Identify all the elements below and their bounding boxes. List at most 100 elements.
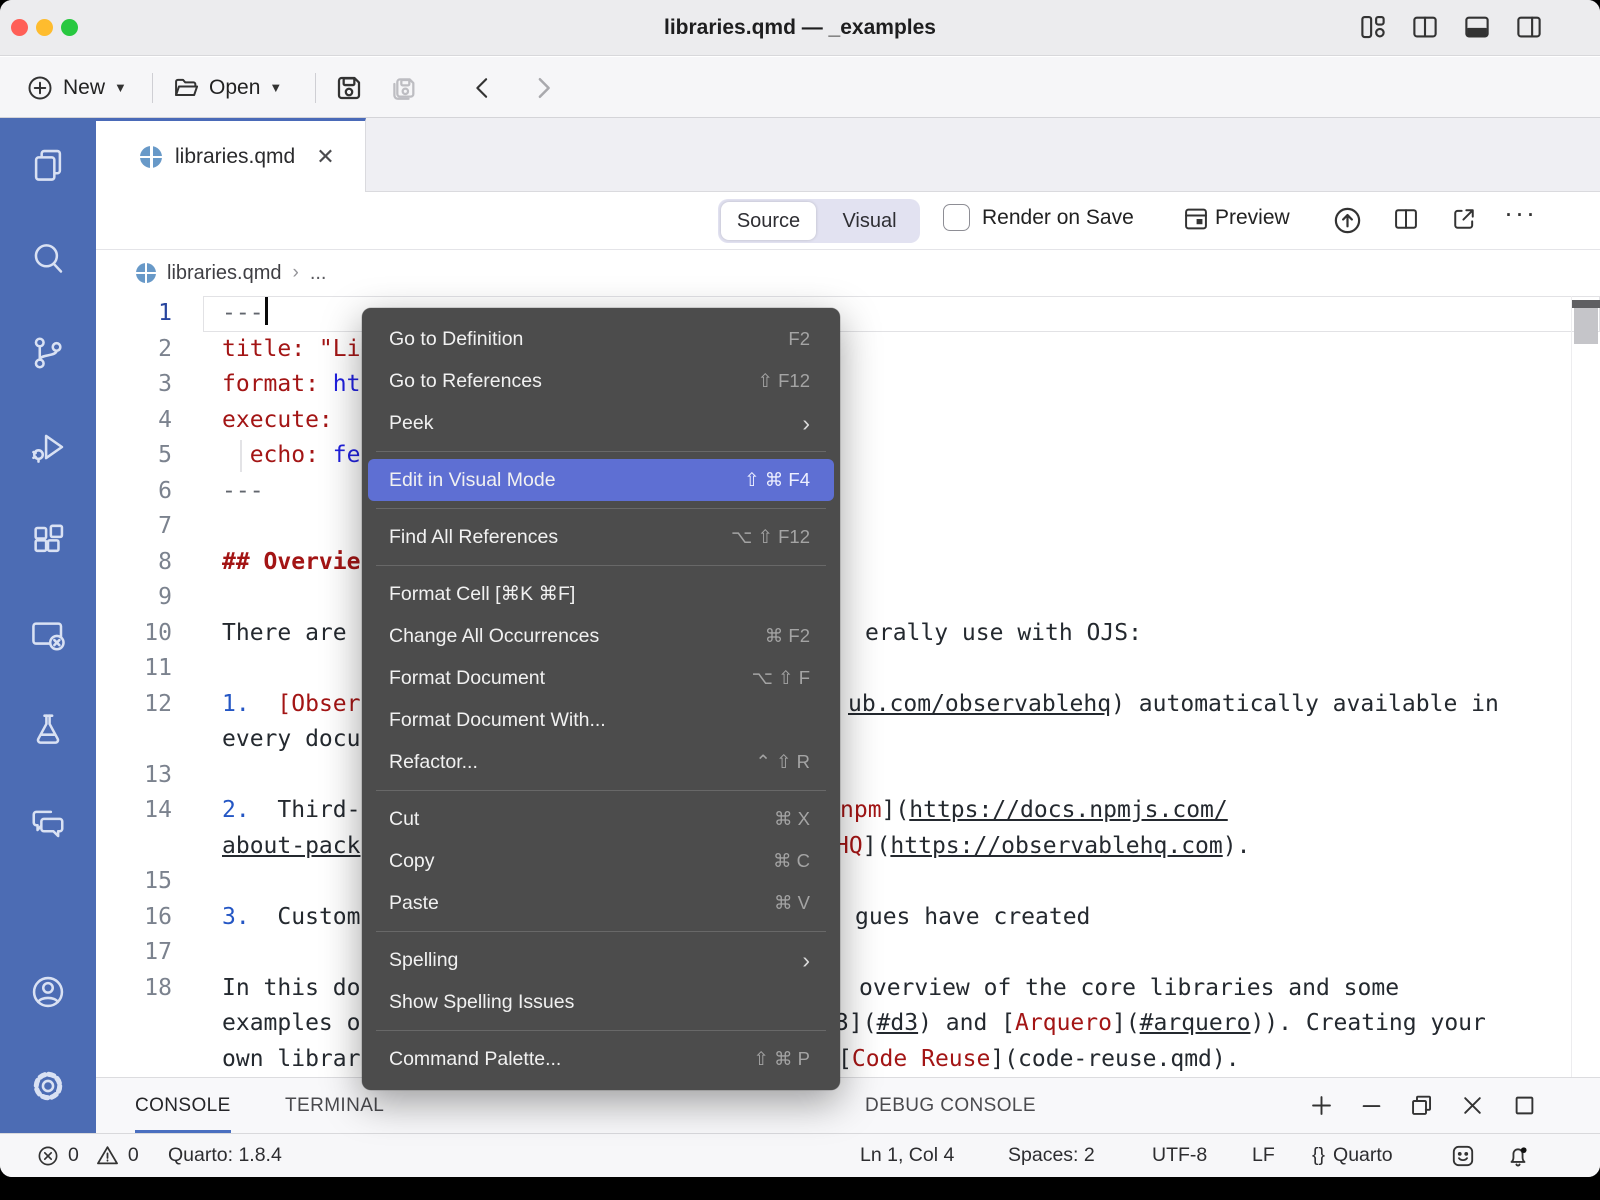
menu-item-format-cell-k-f[interactable]: Format Cell [⌘K ⌘F] bbox=[368, 573, 834, 615]
sidebar-item-search[interactable] bbox=[0, 212, 96, 306]
code-token: In this do bbox=[222, 975, 360, 1001]
preview-label[interactable]: Preview bbox=[1215, 206, 1290, 230]
code-editor[interactable]: 1---2title: "Li3format: ht4execute:5 ech… bbox=[96, 296, 1600, 1077]
menu-item-cut[interactable]: Cut⌘ X bbox=[368, 798, 834, 840]
menu-item-command-palette[interactable]: Command Palette...⇧ ⌘ P bbox=[368, 1038, 834, 1080]
encoding-status[interactable]: UTF-8 bbox=[1152, 1134, 1207, 1177]
feedback-button[interactable] bbox=[1450, 1134, 1476, 1177]
testing-flask-icon bbox=[29, 710, 67, 748]
menu-item-copy[interactable]: Copy⌘ C bbox=[368, 840, 834, 882]
sidebar-item-source-control[interactable] bbox=[0, 306, 96, 400]
code-line: 7 bbox=[96, 509, 1600, 545]
status-bar: 0 0 Quarto: 1.8.4 Ln 1, Col 4 Spaces: 2 … bbox=[0, 1133, 1600, 1177]
render-icon[interactable] bbox=[1332, 205, 1363, 241]
menu-item-spelling[interactable]: Spelling› bbox=[368, 939, 834, 981]
overview-ruler-cursor-marker bbox=[1572, 300, 1600, 308]
menu-item-label: Command Palette... bbox=[389, 1038, 753, 1080]
notifications-button[interactable] bbox=[1505, 1134, 1531, 1177]
new-button[interactable]: New ▼ bbox=[26, 57, 127, 118]
language-mode-status[interactable]: {} Quarto bbox=[1312, 1134, 1393, 1177]
line-number: 16 bbox=[96, 900, 172, 936]
more-actions-button[interactable]: ··· bbox=[1504, 198, 1537, 229]
menu-item-shortcut: ⇧ ⌘ P bbox=[753, 1038, 810, 1080]
indentation-status[interactable]: Spaces: 2 bbox=[1008, 1134, 1095, 1177]
menu-item-label: Copy bbox=[389, 840, 773, 882]
menu-item-label: Edit in Visual Mode bbox=[389, 459, 744, 501]
menu-item-label: Peek bbox=[389, 402, 802, 444]
code-token: title: "Li bbox=[222, 336, 360, 362]
problems-status[interactable]: 0 0 bbox=[36, 1134, 139, 1177]
menu-item-shortcut: ⇧ ⌘ F4 bbox=[744, 459, 810, 501]
menu-item-find-all-references[interactable]: Find All References⌥ ⇧ F12 bbox=[368, 516, 834, 558]
navigate-forward-button[interactable] bbox=[528, 57, 558, 118]
sidebar-item-explorer[interactable] bbox=[0, 118, 96, 212]
menu-item-label: Format Document With... bbox=[389, 699, 810, 741]
code-line: 13 bbox=[96, 758, 1600, 794]
save-all-button[interactable] bbox=[388, 57, 420, 118]
maximize-icon[interactable] bbox=[1511, 1092, 1538, 1124]
sidebar-item-devtools[interactable] bbox=[0, 588, 96, 682]
sidebar-item-run-debug[interactable] bbox=[0, 400, 96, 494]
open-external-icon[interactable] bbox=[1450, 205, 1478, 238]
breadcrumb[interactable]: libraries.qmd › ... bbox=[96, 250, 1600, 296]
save-icon bbox=[333, 72, 365, 104]
sidebar-item-testing[interactable] bbox=[0, 682, 96, 776]
activity-bar bbox=[0, 118, 96, 1133]
submenu-arrow-icon: › bbox=[802, 402, 810, 444]
menu-item-change-all-occurrences[interactable]: Change All Occurrences⌘ F2 bbox=[368, 615, 834, 657]
gear-icon bbox=[29, 1067, 67, 1105]
code-line: 1--- bbox=[96, 296, 1600, 332]
account-icon bbox=[29, 973, 67, 1011]
code-token bbox=[250, 904, 278, 930]
panel-tab-console[interactable]: CONSOLE bbox=[135, 1078, 231, 1133]
menu-item-go-to-references[interactable]: Go to References⇧ F12 bbox=[368, 360, 834, 402]
menu-item-paste[interactable]: Paste⌘ V bbox=[368, 882, 834, 924]
breadcrumb-file[interactable]: libraries.qmd bbox=[167, 262, 281, 285]
close-tab-icon[interactable]: ✕ bbox=[316, 144, 334, 170]
menu-item-peek[interactable]: Peek› bbox=[368, 402, 834, 444]
quarto-file-icon bbox=[140, 146, 162, 168]
eol-status[interactable]: LF bbox=[1252, 1134, 1275, 1177]
save-button[interactable] bbox=[333, 57, 365, 118]
source-mode-button[interactable]: Source bbox=[721, 202, 816, 240]
sidebar-item-extensions[interactable] bbox=[0, 494, 96, 588]
menu-item-go-to-definition[interactable]: Go to DefinitionF2 bbox=[368, 318, 834, 360]
menu-item-refactor[interactable]: Refactor...⌃ ⇧ R bbox=[368, 741, 834, 783]
scrollbar-thumb[interactable] bbox=[1574, 308, 1598, 344]
back-icon bbox=[468, 73, 498, 103]
menu-item-label: Change All Occurrences bbox=[389, 615, 765, 657]
minimize-icon[interactable] bbox=[1358, 1092, 1385, 1124]
customize-layout-icon[interactable] bbox=[1358, 12, 1388, 42]
visual-mode-button[interactable]: Visual bbox=[822, 202, 917, 240]
menu-item-label: Paste bbox=[389, 882, 774, 924]
code-token: ]( bbox=[863, 833, 891, 859]
add-icon[interactable] bbox=[1308, 1092, 1335, 1124]
secondary-sidebar-icon[interactable] bbox=[1514, 12, 1544, 42]
line-number: 13 bbox=[96, 758, 172, 794]
menu-item-show-spelling-issues[interactable]: Show Spelling Issues bbox=[368, 981, 834, 1023]
preview-icon[interactable] bbox=[1182, 205, 1210, 238]
menu-item-format-document[interactable]: Format Document⌥ ⇧ F bbox=[368, 657, 834, 699]
breadcrumb-more[interactable]: ... bbox=[310, 262, 327, 285]
panel-icon[interactable] bbox=[1462, 12, 1492, 42]
split-editor-icon[interactable] bbox=[1392, 205, 1420, 238]
code-token: execute: bbox=[222, 407, 333, 433]
tab-libraries-qmd[interactable]: libraries.qmd ✕ bbox=[96, 118, 366, 192]
quarto-version-status[interactable]: Quarto: 1.8.4 bbox=[168, 1134, 282, 1177]
split-editor-icon[interactable] bbox=[1410, 12, 1440, 42]
open-button[interactable]: Open ▼ bbox=[172, 57, 282, 118]
code-token: 1. bbox=[222, 691, 250, 717]
code-line: every docu bbox=[96, 722, 1600, 758]
close-icon[interactable] bbox=[1459, 1092, 1486, 1124]
restore-icon[interactable] bbox=[1408, 1092, 1435, 1124]
menu-item-format-document-with[interactable]: Format Document With... bbox=[368, 699, 834, 741]
sidebar-item-settings[interactable] bbox=[0, 1039, 96, 1133]
sidebar-item-account[interactable] bbox=[0, 945, 96, 1039]
panel-tab-debug-console[interactable]: DEBUG CONSOLE bbox=[865, 1078, 1036, 1133]
menu-item-edit-in-visual-mode[interactable]: Edit in Visual Mode⇧ ⌘ F4 bbox=[368, 459, 834, 501]
code-token: https://docs.npmjs.com/ bbox=[909, 797, 1228, 823]
render-on-save-checkbox[interactable] bbox=[943, 204, 970, 231]
sidebar-item-comments[interactable] bbox=[0, 776, 96, 870]
navigate-back-button[interactable] bbox=[468, 57, 498, 118]
cursor-position-status[interactable]: Ln 1, Col 4 bbox=[860, 1134, 954, 1177]
